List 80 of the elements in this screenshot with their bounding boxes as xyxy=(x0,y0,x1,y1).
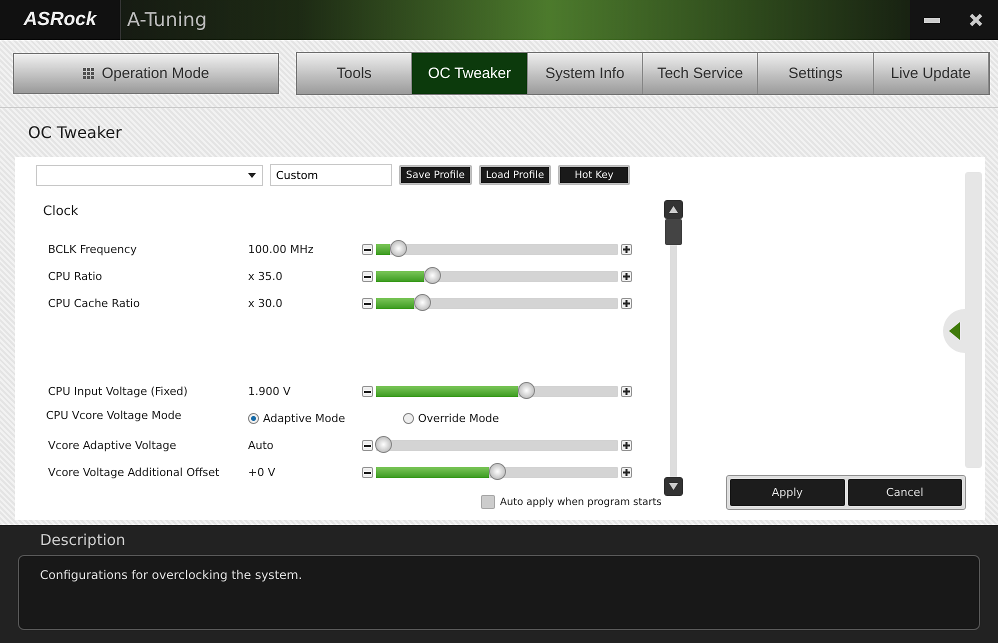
radio-button[interactable] xyxy=(248,413,259,424)
operation-mode-button[interactable]: Operation Mode xyxy=(13,53,279,94)
setting-label: CPU Input Voltage (Fixed) xyxy=(48,385,189,398)
tab[interactable]: System Info xyxy=(528,53,643,94)
minus-button[interactable] xyxy=(362,244,373,255)
minus-icon xyxy=(364,390,371,392)
triangle-up-icon xyxy=(668,206,678,213)
grid-icon xyxy=(82,68,94,79)
slider-thumb[interactable] xyxy=(390,240,407,257)
setting-value: Auto xyxy=(248,439,275,452)
action-button[interactable]: Apply xyxy=(730,479,844,506)
minus-button[interactable] xyxy=(362,440,373,451)
plus-button[interactable] xyxy=(621,386,632,397)
plus-icon xyxy=(623,442,630,449)
slider-thumb[interactable] xyxy=(424,267,441,284)
close-button[interactable] xyxy=(954,0,998,40)
slider-thumb[interactable] xyxy=(489,463,506,480)
tab[interactable]: Live Update xyxy=(874,53,989,94)
window-title: A-Tuning xyxy=(126,8,208,33)
radio-option[interactable]: Adaptive Mode xyxy=(248,412,403,425)
setting-value: 100.00 MHz xyxy=(248,243,315,256)
setting-label: CPU Cache Ratio xyxy=(48,297,141,310)
minus-button[interactable] xyxy=(362,467,373,478)
plus-button[interactable] xyxy=(621,467,632,478)
tab[interactable]: Tools xyxy=(297,53,412,94)
setting-value: +0 V xyxy=(248,466,276,479)
setting-label: CPU Vcore Voltage Mode xyxy=(46,409,182,422)
plus-button[interactable] xyxy=(621,298,632,309)
setting-label: Vcore Voltage Additional Offset xyxy=(48,466,220,479)
setting-value: x 35.0 xyxy=(248,270,284,283)
description-box: Configurations for overclocking the system. xyxy=(18,555,980,630)
profile-button[interactable]: Load Profile xyxy=(478,165,552,185)
plus-icon xyxy=(623,469,630,476)
slider-thumb[interactable] xyxy=(375,436,392,453)
setting-label: CPU Ratio xyxy=(48,270,104,283)
side-panel-toggle[interactable] xyxy=(943,309,965,353)
triangle-down-icon xyxy=(668,483,678,490)
scrollbar-thumb[interactable] xyxy=(664,219,682,245)
minus-button[interactable] xyxy=(362,386,373,397)
checkbox-label: Auto apply when program starts xyxy=(500,496,662,508)
section-title: Clock xyxy=(43,204,78,219)
plus-button[interactable] xyxy=(621,244,632,255)
tab[interactable]: OC Tweaker xyxy=(412,53,528,94)
action-button[interactable]: Cancel xyxy=(848,479,962,506)
minus-button[interactable] xyxy=(362,271,373,282)
minus-icon xyxy=(364,444,371,446)
scroll-up-button[interactable] xyxy=(664,200,682,219)
page-title: OC Tweaker xyxy=(28,123,122,142)
plus-button[interactable] xyxy=(621,440,632,451)
radio-button[interactable] xyxy=(403,413,414,424)
minus-icon xyxy=(364,276,371,278)
minus-icon xyxy=(364,472,371,474)
radio-option[interactable]: Override Mode xyxy=(403,412,558,425)
plus-icon xyxy=(623,300,630,307)
slider-thumb[interactable] xyxy=(414,294,431,311)
minus-button[interactable] xyxy=(362,298,373,309)
caret-icon xyxy=(248,172,256,178)
setting-value: x 30.0 xyxy=(248,297,284,310)
profile-name-field[interactable]: Custom xyxy=(270,164,392,186)
plus-icon xyxy=(623,273,630,280)
setting-label: Vcore Adaptive Voltage xyxy=(48,439,178,452)
profile-button[interactable]: Hot Key xyxy=(558,165,630,185)
plus-icon xyxy=(623,246,630,253)
setting-label: BCLK Frequency xyxy=(48,243,138,256)
profile-button[interactable]: Save Profile xyxy=(399,165,472,185)
checkbox[interactable] xyxy=(481,495,495,509)
description-title: Description xyxy=(39,530,126,551)
plus-icon xyxy=(623,388,630,395)
close-icon xyxy=(969,13,983,27)
minus-icon xyxy=(364,248,371,250)
triangle-left-icon xyxy=(948,322,960,340)
slider-thumb[interactable] xyxy=(518,382,536,399)
tab[interactable]: Settings xyxy=(758,53,874,94)
scroll-down-button[interactable] xyxy=(664,477,682,496)
minus-icon xyxy=(364,302,371,304)
plus-button[interactable] xyxy=(621,271,632,282)
setting-value: 1.900 V xyxy=(248,385,292,398)
minimize-button[interactable] xyxy=(910,0,954,40)
minimize-icon xyxy=(924,18,940,22)
tab[interactable]: Tech Service xyxy=(642,53,758,94)
